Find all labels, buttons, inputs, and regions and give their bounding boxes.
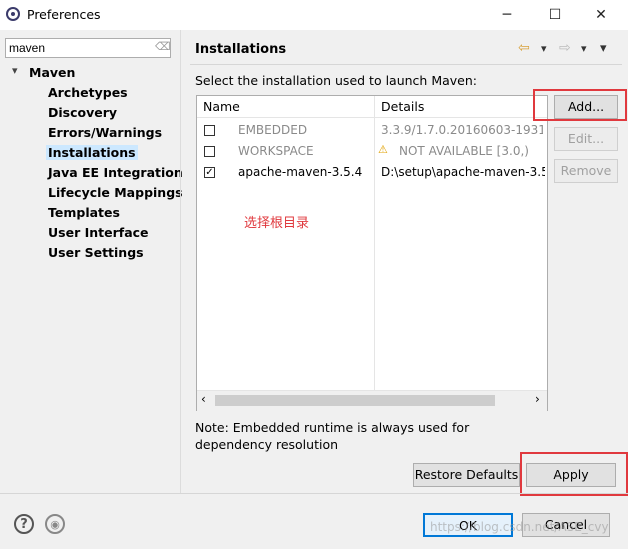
- import-export-icon[interactable]: ◉: [45, 514, 65, 534]
- annotation-text: 选择根目录: [244, 216, 310, 231]
- page-title: Installations: [195, 42, 287, 57]
- table-row[interactable]: EMBEDDED 3.3.9/1.7.0.20160603-1931: [197, 120, 547, 141]
- tree-item-installations[interactable]: Installations: [46, 145, 138, 160]
- column-header-details[interactable]: Details: [375, 96, 547, 118]
- row-checkbox[interactable]: [204, 125, 215, 136]
- tree-item-lifecycle-mappings[interactable]: Lifecycle Mappings: [48, 185, 183, 200]
- warning-icon: ⚠: [378, 143, 388, 156]
- eclipse-icon: [6, 7, 20, 21]
- window-title: Preferences: [27, 7, 101, 22]
- row-details: D:\setup\apache-maven-3.5.4: [381, 165, 545, 179]
- filter-input[interactable]: [5, 38, 171, 58]
- scroll-right-icon[interactable]: ›: [535, 392, 540, 406]
- row-checkbox[interactable]: [204, 146, 215, 157]
- header-separator: [190, 64, 622, 65]
- horizontal-scrollbar[interactable]: ‹ ›: [197, 390, 547, 411]
- forward-menu-icon[interactable]: ▾: [581, 42, 587, 55]
- scrollbar-thumb[interactable]: [215, 395, 495, 406]
- footer-separator: [0, 493, 628, 494]
- tree-item-java-ee-integration[interactable]: Java EE Integration: [48, 165, 183, 180]
- tree-item-discovery[interactable]: Discovery: [48, 105, 117, 120]
- tree-item-archetypes[interactable]: Archetypes: [48, 85, 128, 100]
- minimize-button[interactable]: ─: [495, 4, 519, 26]
- maximize-button[interactable]: ☐: [543, 4, 567, 26]
- apply-button[interactable]: Apply: [526, 463, 616, 487]
- back-menu-icon[interactable]: ▾: [541, 42, 547, 55]
- row-name: EMBEDDED: [238, 123, 308, 137]
- edit-button[interactable]: Edit...: [554, 127, 618, 151]
- note-text: Note: Embedded runtime is always used fo…: [195, 420, 470, 452]
- tree-item-templates[interactable]: Templates: [48, 205, 120, 220]
- forward-icon: ⇨: [559, 40, 571, 56]
- row-details: NOT AVAILABLE [3.0,): [399, 144, 529, 158]
- clear-filter-icon[interactable]: ⌫: [155, 40, 171, 54]
- table-row[interactable]: ✓ apache-maven-3.5.4 D:\setup\apache-mav…: [197, 162, 547, 183]
- column-header-name[interactable]: Name: [197, 96, 375, 118]
- restore-defaults-button[interactable]: Restore Defaults: [413, 463, 520, 487]
- scroll-left-icon[interactable]: ‹: [201, 392, 206, 406]
- help-icon[interactable]: ?: [14, 514, 34, 534]
- row-checkbox-checked[interactable]: ✓: [204, 167, 215, 178]
- back-icon[interactable]: ⇦: [518, 40, 530, 56]
- tree-item-maven[interactable]: Maven: [29, 65, 75, 80]
- table-row[interactable]: WORKSPACE ⚠ NOT AVAILABLE [3.0,): [197, 141, 547, 162]
- row-name: WORKSPACE: [238, 144, 314, 158]
- close-button[interactable]: ✕: [589, 4, 613, 26]
- row-name: apache-maven-3.5.4: [238, 165, 363, 179]
- tree-item-user-settings[interactable]: User Settings: [48, 245, 144, 260]
- watermark: https://blog.csdn.net/ASE_cvy: [430, 520, 609, 534]
- remove-button[interactable]: Remove: [554, 159, 618, 183]
- description-label: Select the installation used to launch M…: [195, 73, 477, 88]
- tree-item-errors-warnings[interactable]: Errors/Warnings: [48, 125, 162, 140]
- row-details: 3.3.9/1.7.0.20160603-1931: [381, 123, 543, 137]
- add-button[interactable]: Add...: [554, 95, 618, 119]
- installations-table[interactable]: Name Details EMBEDDED 3.3.9/1.7.0.201606…: [196, 95, 548, 411]
- collapse-arrow-icon[interactable]: ▾: [12, 64, 18, 77]
- view-menu-icon[interactable]: ▾: [600, 41, 607, 56]
- tree-item-user-interface[interactable]: User Interface: [48, 225, 149, 240]
- panel-divider[interactable]: [180, 30, 181, 493]
